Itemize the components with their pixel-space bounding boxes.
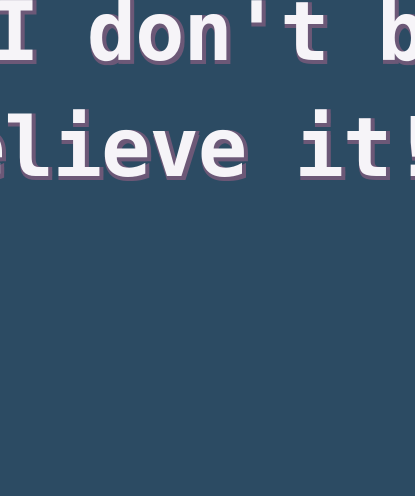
dialog-line-1: I don't be [0, 0, 415, 80]
game-screen: I don't be elieve it! [0, 0, 415, 496]
dialog-line-2: elieve it! [0, 101, 415, 196]
